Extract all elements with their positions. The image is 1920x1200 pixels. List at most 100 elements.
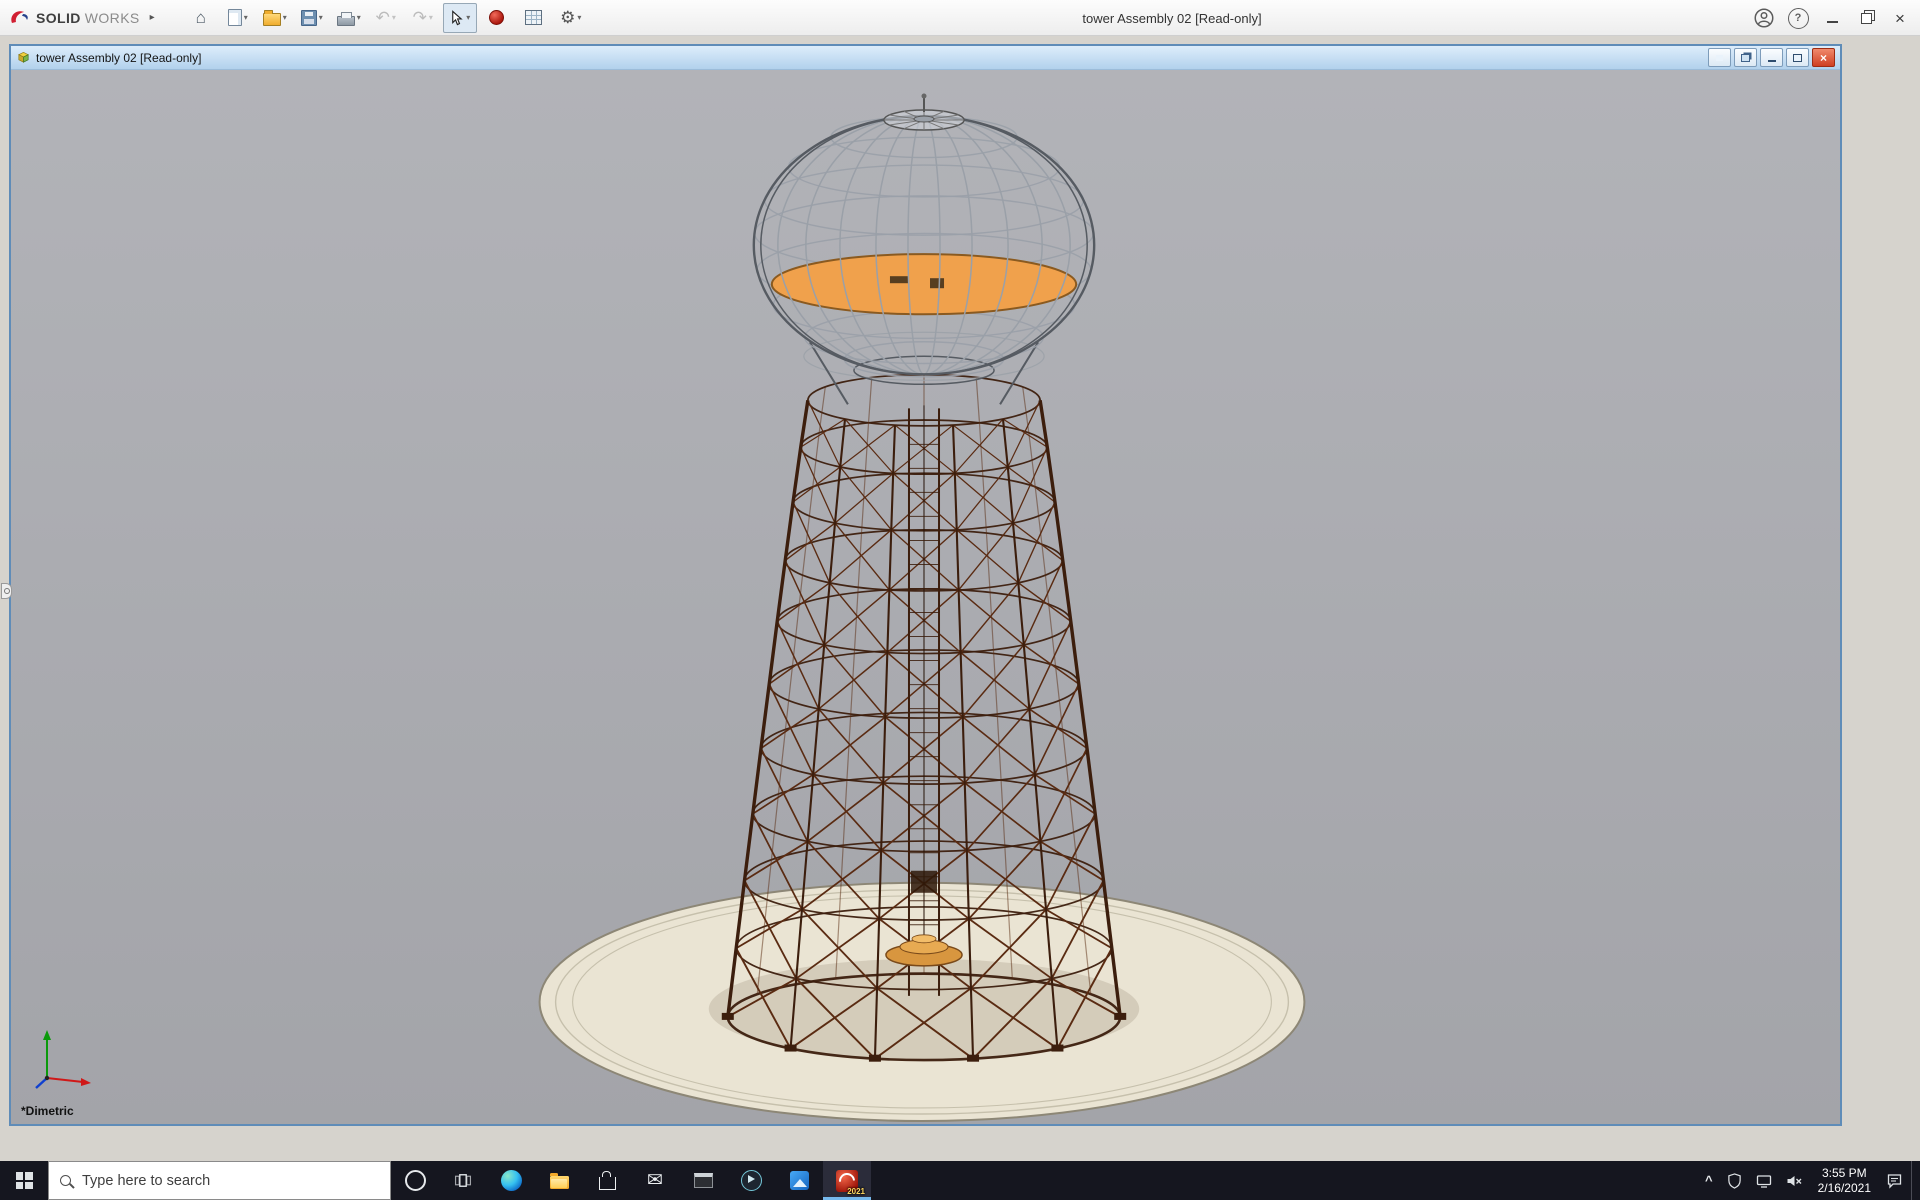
panel-collapse-handle[interactable] bbox=[1, 583, 12, 599]
doc-minimize-button[interactable] bbox=[1760, 48, 1783, 67]
undo-button[interactable]: ↶ ▾ bbox=[369, 3, 403, 33]
document-titlebar[interactable]: tower Assembly 02 [Read-only] × bbox=[11, 46, 1840, 70]
open-folder-icon bbox=[263, 13, 281, 26]
show-desktop-button[interactable] bbox=[1911, 1161, 1918, 1200]
action-center-icon bbox=[1886, 1172, 1903, 1189]
options-button[interactable]: ⚙ ▾ bbox=[554, 3, 588, 33]
cortana-icon bbox=[405, 1170, 426, 1191]
doc-window-extra-button-2[interactable] bbox=[1734, 48, 1757, 67]
media-player-icon bbox=[741, 1170, 762, 1191]
edge-browser-button[interactable] bbox=[487, 1161, 535, 1200]
terminal-button[interactable] bbox=[679, 1161, 727, 1200]
sw-xpress-button[interactable] bbox=[480, 3, 514, 33]
close-icon: × bbox=[1820, 52, 1827, 64]
task-view-button[interactable] bbox=[439, 1161, 487, 1200]
window-icon bbox=[1716, 55, 1723, 61]
windows-logo-icon bbox=[16, 1172, 33, 1189]
app-toolbar: SOLIDWORKS ▸ ⌂ ▾ ▾ ▾ ▾ ↶ ▾ ↷ ▾ ▾ ⚙ bbox=[0, 0, 1920, 36]
select-button[interactable]: ▾ bbox=[443, 3, 477, 33]
evaluate-button[interactable] bbox=[517, 3, 551, 33]
task-view-icon bbox=[454, 1172, 472, 1189]
defender-shield-icon bbox=[1727, 1173, 1742, 1189]
display-tray-button[interactable] bbox=[1750, 1161, 1778, 1200]
open-dropdown-arrow[interactable]: ▾ bbox=[283, 14, 287, 22]
brand-expand-arrow[interactable]: ▸ bbox=[150, 12, 155, 23]
undo-icon: ↶ bbox=[376, 9, 390, 26]
display-icon bbox=[1756, 1173, 1772, 1189]
select-dropdown-arrow[interactable]: ▾ bbox=[466, 14, 470, 22]
edge-icon bbox=[501, 1170, 522, 1191]
home-button[interactable]: ⌂ bbox=[184, 3, 218, 33]
redo-button[interactable]: ↷ ▾ bbox=[406, 3, 440, 33]
save-icon bbox=[301, 10, 317, 26]
volume-muted-icon bbox=[1786, 1173, 1803, 1189]
minimize-icon bbox=[1827, 21, 1838, 23]
assembly-document-icon bbox=[16, 50, 31, 65]
file-explorer-button[interactable] bbox=[535, 1161, 583, 1200]
taskbar-search[interactable] bbox=[48, 1161, 391, 1200]
new-document-button[interactable]: ▾ bbox=[221, 3, 255, 33]
cortana-button[interactable] bbox=[391, 1161, 439, 1200]
print-button[interactable]: ▾ bbox=[332, 3, 366, 33]
defender-tray-button[interactable] bbox=[1721, 1161, 1748, 1200]
options-gear-icon: ⚙ bbox=[560, 9, 575, 26]
undo-dropdown-arrow[interactable]: ▾ bbox=[392, 14, 396, 22]
search-input[interactable] bbox=[80, 1172, 379, 1190]
mail-envelope-icon: ✉ bbox=[647, 1171, 663, 1190]
document-title: tower Assembly 02 [Read-only] bbox=[36, 51, 201, 65]
photos-icon bbox=[790, 1171, 809, 1190]
account-button[interactable] bbox=[1750, 4, 1778, 32]
select-cursor-icon bbox=[449, 10, 464, 26]
restore-icon bbox=[1861, 13, 1872, 24]
taskbar-clock[interactable]: 3:55 PM 2/16/2021 bbox=[1811, 1166, 1878, 1196]
ds-logo-icon bbox=[8, 8, 32, 28]
restore-icon bbox=[1793, 54, 1802, 62]
search-icon bbox=[60, 1175, 71, 1186]
3d-tower-model[interactable] bbox=[11, 70, 1840, 1124]
sw-xpress-icon bbox=[489, 10, 504, 25]
view-orientation-label: *Dimetric bbox=[21, 1104, 74, 1118]
help-icon: ? bbox=[1788, 8, 1809, 29]
app-close-button[interactable]: × bbox=[1886, 4, 1914, 32]
home-icon: ⌂ bbox=[196, 9, 206, 26]
start-button[interactable] bbox=[0, 1161, 48, 1200]
open-button[interactable]: ▾ bbox=[258, 3, 292, 33]
brand-text-solid: SOLID bbox=[36, 10, 81, 26]
app-restore-button[interactable] bbox=[1852, 4, 1880, 32]
system-tray: ^ 3:55 PM 2/16/2021 bbox=[1699, 1161, 1920, 1200]
media-player-button[interactable] bbox=[727, 1161, 775, 1200]
solidworks-logo: SOLIDWORKS ▸ bbox=[8, 8, 155, 28]
solidworks-taskbar-button[interactable]: 2021 bbox=[823, 1161, 871, 1200]
brand-text-works: WORKS bbox=[85, 10, 140, 26]
redo-dropdown-arrow[interactable]: ▾ bbox=[429, 14, 433, 22]
tray-time: 3:55 PM bbox=[1818, 1166, 1871, 1181]
doc-window-extra-button-1[interactable] bbox=[1708, 48, 1731, 67]
print-dropdown-arrow[interactable]: ▾ bbox=[357, 14, 361, 22]
orientation-triad bbox=[29, 1016, 103, 1094]
doc-restore-button[interactable] bbox=[1786, 48, 1809, 67]
print-icon bbox=[337, 16, 355, 26]
action-center-button[interactable] bbox=[1880, 1161, 1909, 1200]
help-button[interactable]: ? bbox=[1784, 4, 1812, 32]
save-button[interactable]: ▾ bbox=[295, 3, 329, 33]
hidden-icons-caret-icon: ^ bbox=[1705, 1173, 1713, 1188]
mail-button[interactable]: ✉ bbox=[631, 1161, 679, 1200]
photos-button[interactable] bbox=[775, 1161, 823, 1200]
new-document-icon bbox=[228, 9, 242, 26]
volume-tray-button[interactable] bbox=[1780, 1161, 1809, 1200]
options-dropdown-arrow[interactable]: ▾ bbox=[577, 14, 581, 22]
new-document-dropdown-arrow[interactable]: ▾ bbox=[244, 14, 248, 22]
file-explorer-icon bbox=[550, 1176, 569, 1189]
doc-close-button[interactable]: × bbox=[1812, 48, 1835, 67]
save-dropdown-arrow[interactable]: ▾ bbox=[319, 14, 323, 22]
solidworks-year-badge: 2021 bbox=[847, 1187, 865, 1196]
app-minimize-button[interactable] bbox=[1818, 4, 1846, 32]
document-window: tower Assembly 02 [Read-only] × *Dimetri… bbox=[9, 44, 1842, 1126]
store-bag-icon bbox=[599, 1177, 616, 1190]
close-icon: × bbox=[1895, 10, 1905, 27]
graphics-viewport[interactable]: *Dimetric bbox=[11, 70, 1840, 1124]
terminal-icon bbox=[694, 1173, 713, 1188]
tray-date: 2/16/2021 bbox=[1818, 1181, 1871, 1196]
store-button[interactable] bbox=[583, 1161, 631, 1200]
hidden-icons-button[interactable]: ^ bbox=[1699, 1161, 1719, 1200]
